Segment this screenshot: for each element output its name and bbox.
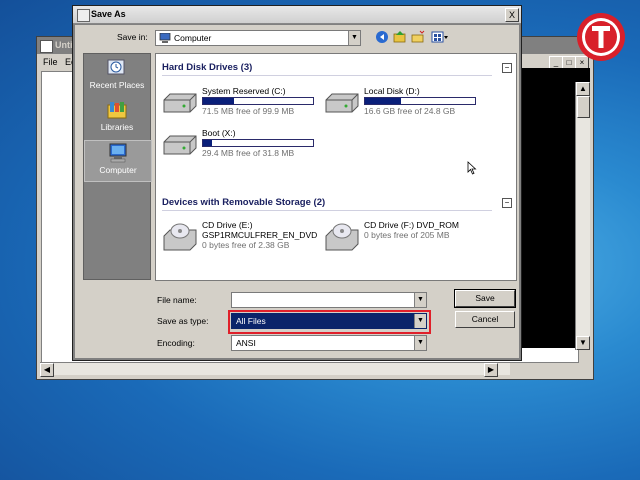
scroll-up-icon[interactable]: ▲ xyxy=(576,82,590,96)
group-header-hdd: Hard Disk Drives (3) xyxy=(162,62,253,73)
save-in-combo[interactable]: Computer ▼ xyxy=(155,30,361,46)
cd-drive-icon xyxy=(163,223,197,251)
cd-drive-icon xyxy=(325,223,359,251)
drive-item[interactable]: Boot (X:) 29.4 MB free of 31.8 MB xyxy=(162,128,322,166)
notepad-title: Unti xyxy=(55,40,73,50)
divider xyxy=(162,75,492,76)
scroll-thumb[interactable] xyxy=(577,96,590,118)
computer-icon xyxy=(109,143,127,163)
chevron-down-icon[interactable]: ▼ xyxy=(414,293,426,307)
place-label: Recent Places xyxy=(89,80,145,90)
save-in-label: Save in: xyxy=(117,32,148,42)
computer-icon xyxy=(159,33,171,43)
drive-detail: 0 bytes free of 205 MB xyxy=(364,230,450,240)
drive-detail: 0 bytes free of 2.38 GB xyxy=(202,240,290,250)
dialog-title: Save As xyxy=(91,9,126,19)
encoding-value: ANSI xyxy=(236,338,256,348)
hard-disk-icon xyxy=(163,93,197,113)
drive-usage-bar xyxy=(364,97,476,105)
drive-item[interactable]: CD Drive (F:) DVD_ROM 0 bytes free of 20… xyxy=(324,220,494,260)
recent-places-icon xyxy=(107,59,125,75)
vertical-scrollbar[interactable]: ▲ ▼ xyxy=(575,82,590,350)
save-as-type-value: All Files xyxy=(236,316,266,326)
file-list-view[interactable]: Hard Disk Drives (3) − System Reserved (… xyxy=(155,53,517,281)
divider xyxy=(162,210,492,211)
place-recent-places[interactable]: Recent Places xyxy=(84,56,150,96)
drive-item[interactable]: CD Drive (E:) GSP1RMCULFRER_EN_DVD 0 byt… xyxy=(162,220,322,260)
hard-disk-icon xyxy=(163,135,197,155)
drive-detail: 29.4 MB free of 31.8 MB xyxy=(202,148,295,158)
drive-usage-bar xyxy=(202,97,314,105)
scroll-down-icon[interactable]: ▼ xyxy=(576,336,590,350)
brand-logo-icon xyxy=(577,13,625,61)
place-libraries[interactable]: Libraries xyxy=(84,98,150,138)
libraries-icon xyxy=(107,102,127,119)
save-as-dialog: Save As X Save in: Computer ▼ Recent Pla… xyxy=(72,5,522,361)
places-bar: Recent Places Libraries Computer xyxy=(83,53,152,280)
file-name-input[interactable]: ▼ xyxy=(231,292,427,308)
scroll-right-icon[interactable]: ▶ xyxy=(484,363,498,377)
cancel-button[interactable]: Cancel xyxy=(455,311,515,328)
encoding-combo[interactable]: ANSI ▼ xyxy=(231,335,427,351)
save-button[interactable]: Save xyxy=(454,289,516,308)
drive-usage-fill xyxy=(365,98,402,104)
place-label: Libraries xyxy=(100,122,134,132)
dialog-toolbar xyxy=(375,30,455,44)
dialog-body: Save in: Computer ▼ Recent Places Librar… xyxy=(75,25,519,358)
views-menu-icon[interactable] xyxy=(431,30,449,44)
file-name-label: File name: xyxy=(157,295,197,305)
drive-item[interactable]: System Reserved (C:) 71.5 MB free of 99.… xyxy=(162,86,322,124)
up-folder-icon[interactable] xyxy=(393,30,407,44)
drive-volume-label: GSP1RMCULFRER_EN_DVD xyxy=(202,230,318,240)
drive-detail: 16.6 GB free of 24.8 GB xyxy=(364,106,456,116)
drive-item[interactable]: Local Disk (D:) 16.6 GB free of 24.8 GB xyxy=(324,86,484,124)
drive-usage-fill xyxy=(203,98,234,104)
chevron-down-icon[interactable]: ▼ xyxy=(348,31,360,45)
collapse-icon[interactable]: − xyxy=(502,63,512,73)
drive-usage-bar xyxy=(202,139,314,147)
dialog-title-bar[interactable]: Save As X xyxy=(73,6,521,24)
drive-name: Local Disk (D:) xyxy=(364,86,420,96)
save-as-type-label: Save as type: xyxy=(157,316,209,326)
drive-name: System Reserved (C:) xyxy=(202,86,286,96)
save-as-type-combo[interactable]: All Files ▼ xyxy=(231,313,427,329)
collapse-icon[interactable]: − xyxy=(502,198,512,208)
menu-file[interactable]: File xyxy=(43,57,58,67)
drive-usage-fill xyxy=(203,140,212,146)
drive-name: CD Drive (E:) xyxy=(202,220,253,230)
hard-disk-icon xyxy=(325,93,359,113)
chevron-down-icon[interactable]: ▼ xyxy=(414,314,426,328)
dialog-icon xyxy=(77,9,90,22)
back-icon[interactable] xyxy=(375,30,389,44)
place-computer[interactable]: Computer xyxy=(84,140,152,182)
place-label: Computer xyxy=(99,165,137,175)
scroll-left-icon[interactable]: ◀ xyxy=(40,363,54,377)
chevron-down-icon[interactable]: ▼ xyxy=(414,336,426,350)
drive-detail: 71.5 MB free of 99.9 MB xyxy=(202,106,295,116)
group-header-removable: Devices with Removable Storage (2) xyxy=(162,197,326,208)
new-folder-icon[interactable] xyxy=(411,30,425,44)
mouse-cursor-icon xyxy=(467,161,477,175)
save-in-value: Computer xyxy=(174,33,212,43)
drive-name: CD Drive (F:) DVD_ROM xyxy=(364,220,459,230)
drive-name: Boot (X:) xyxy=(202,128,236,138)
encoding-label: Encoding: xyxy=(157,338,195,348)
horizontal-scrollbar[interactable]: ◀ ▶ xyxy=(40,362,510,377)
close-button[interactable]: X xyxy=(505,8,519,22)
notepad-icon xyxy=(40,40,53,53)
